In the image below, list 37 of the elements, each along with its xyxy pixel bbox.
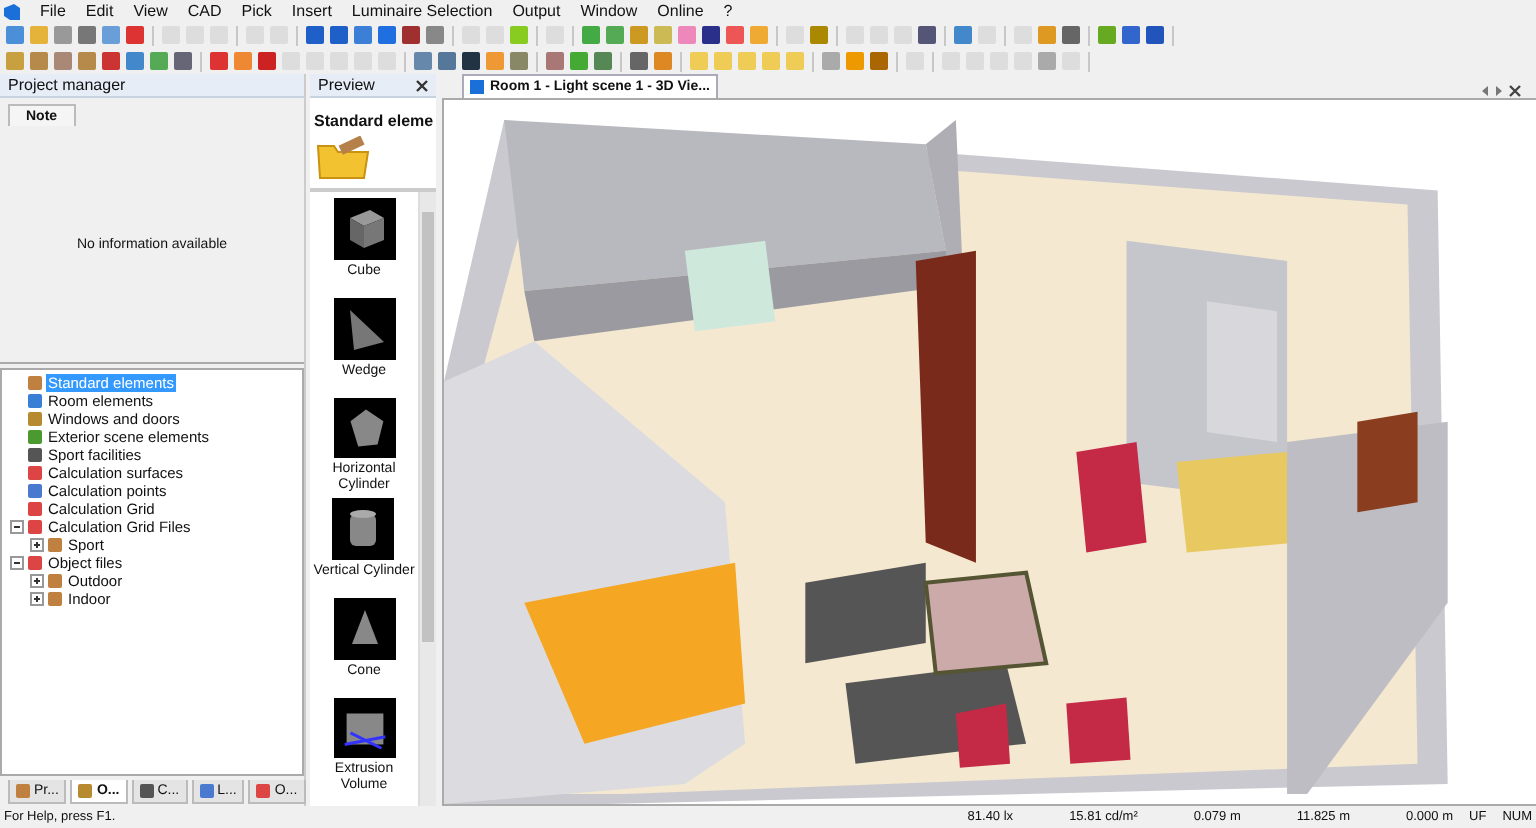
app-logo-icon: [4, 3, 20, 19]
menu-item[interactable]: Luminaire Selection: [351, 1, 493, 21]
menu-item[interactable]: Pick: [241, 1, 272, 21]
wedge-thumbnail[interactable]: [333, 298, 395, 360]
cube-thumbnail[interactable]: [333, 198, 395, 260]
menu-item[interactable]: CAD: [187, 1, 222, 21]
tab-icon: [256, 783, 271, 797]
menu-item[interactable]: Window: [580, 1, 638, 21]
panel-title: Preview: [318, 76, 375, 94]
menu-item[interactable]: File: [40, 1, 66, 21]
expand-icon[interactable]: [30, 574, 44, 588]
preview-heading: Standard eleme: [312, 110, 436, 134]
close-icon[interactable]: [416, 79, 428, 91]
menu-item[interactable]: Online: [657, 1, 704, 21]
expand-icon[interactable]: [30, 592, 44, 606]
tab-controls-icon[interactable]: [1480, 84, 1524, 98]
expand-icon[interactable]: [30, 538, 44, 552]
tab-icon: [78, 783, 93, 797]
extrusion-thumbnail[interactable]: [333, 698, 395, 758]
scrollbar[interactable]: [418, 192, 436, 806]
folder-icon: [316, 136, 372, 180]
cube-icon: [470, 80, 484, 94]
collapse-icon[interactable]: [10, 520, 24, 534]
collapse-icon[interactable]: [10, 556, 24, 570]
menu-item[interactable]: ?: [723, 1, 733, 21]
menu-item[interactable]: View: [133, 1, 168, 21]
cone-thumbnail[interactable]: [333, 598, 395, 660]
tab-icon: [199, 783, 214, 797]
menu-item[interactable]: Output: [512, 1, 561, 21]
room-render-drawing[interactable]: [442, 98, 1536, 806]
hcylinder-thumbnail[interactable]: [333, 398, 395, 458]
menu-item[interactable]: Edit: [85, 1, 114, 21]
tab-icon: [139, 783, 154, 797]
panel-title: Project manager: [8, 76, 126, 94]
vcylinder-thumbnail[interactable]: [332, 498, 395, 560]
menu-item[interactable]: Insert: [291, 1, 332, 21]
tab-icon: [16, 783, 30, 797]
